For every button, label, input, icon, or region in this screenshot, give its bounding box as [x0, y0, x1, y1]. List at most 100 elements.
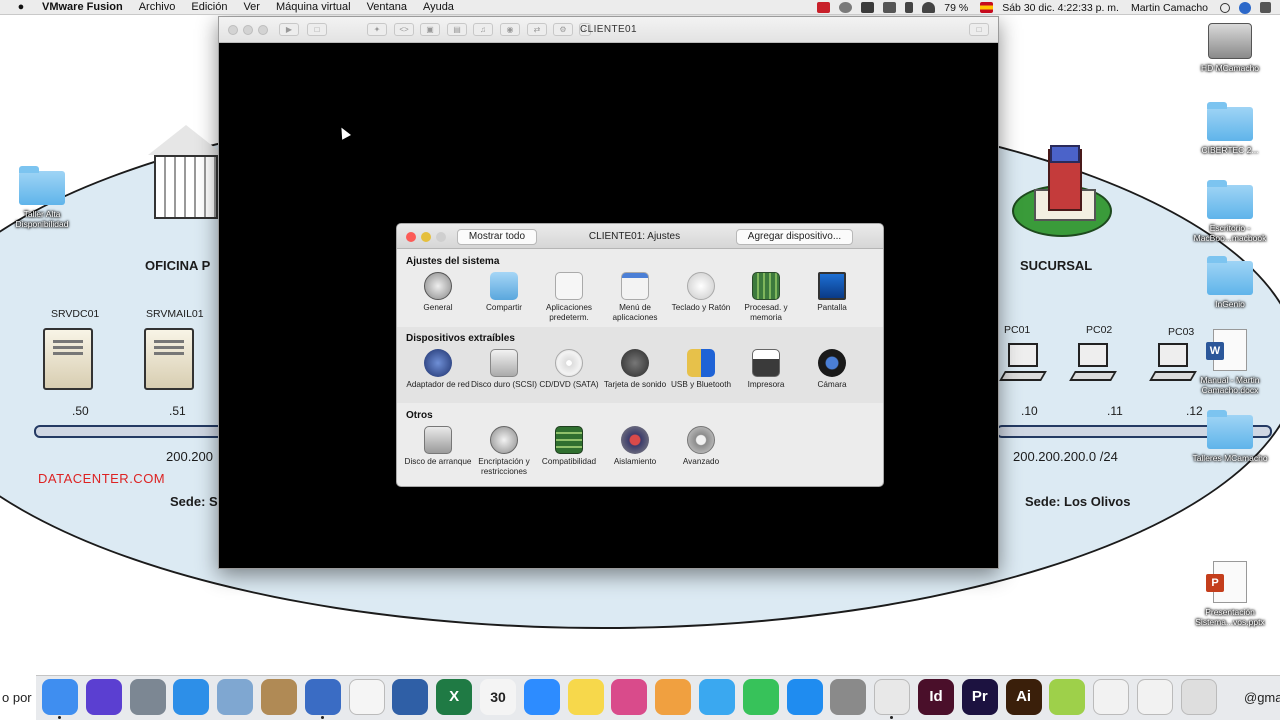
- pref-camara[interactable]: Cámara: [797, 349, 867, 390]
- desktop-folder-ingenio[interactable]: InGenio: [1184, 256, 1276, 309]
- pref-menu-aplicaciones[interactable]: Menú de aplicaciones: [600, 272, 670, 322]
- clock[interactable]: Sáb 30 dic. 4:22:33 p. m.: [1002, 2, 1119, 14]
- dock-safari-icon[interactable]: [173, 679, 210, 715]
- dock-excel-icon[interactable]: X: [436, 679, 473, 715]
- dock-launchpad-icon[interactable]: [129, 679, 166, 715]
- unity-view-icon[interactable]: □: [969, 23, 989, 36]
- settings-dialog[interactable]: Mostrar todo CLIENTE01: Ajustes Agregar …: [396, 223, 884, 487]
- display-status-icon[interactable]: [883, 2, 897, 13]
- cd-dvd-icon: [555, 349, 583, 377]
- dock-system-preferences-icon[interactable]: [830, 679, 867, 715]
- menu-app-name[interactable]: VMware Fusion: [42, 1, 123, 13]
- powerpoint-document-icon: P: [1206, 561, 1247, 603]
- bluetooth-icon[interactable]: [905, 2, 914, 13]
- menu-ayuda[interactable]: Ayuda: [423, 1, 454, 13]
- pref-aislamiento[interactable]: Aislamiento: [600, 426, 670, 467]
- battery-percentage[interactable]: 79 %: [944, 2, 968, 14]
- dock-calendar-icon[interactable]: 30: [480, 679, 516, 715]
- pref-teclado-raton[interactable]: Teclado y Ratón: [666, 272, 736, 313]
- apple-menu-icon[interactable]: ●: [14, 1, 28, 13]
- camera-icon: [818, 349, 846, 377]
- pref-tarjeta-sonido[interactable]: Tarjeta de sonido: [600, 349, 670, 390]
- pref-disco-duro[interactable]: Disco duro (SCSI): [469, 349, 539, 390]
- pref-disco-arranque[interactable]: Disco de arranque: [403, 426, 473, 467]
- minimize-dialog-icon[interactable]: [421, 232, 431, 242]
- user-name[interactable]: Martin Camacho: [1131, 2, 1208, 14]
- desktop-folder-taller[interactable]: Taller Alta Disponibilidad: [0, 166, 88, 229]
- dock-zoom-icon[interactable]: [523, 679, 560, 715]
- left-site-label: Sede: S: [170, 494, 218, 509]
- sync-status-icon[interactable]: [839, 2, 853, 13]
- server-icon: [43, 328, 93, 390]
- dock-messages-icon[interactable]: [699, 679, 735, 715]
- pref-impresora[interactable]: Impresora: [731, 349, 801, 390]
- pref-compartir[interactable]: Compartir: [469, 272, 539, 313]
- desktop-folder-talleres[interactable]: Talleres MCamacho: [1184, 410, 1276, 463]
- pc-name: PC01: [1004, 324, 1031, 336]
- dock-app-store-icon[interactable]: [786, 679, 823, 715]
- dock-vmware-fusion-icon[interactable]: [304, 679, 341, 715]
- pref-aplicaciones-predeterm[interactable]: Aplicaciones predeterm.: [534, 272, 604, 322]
- compatibility-board-icon: [555, 426, 583, 454]
- close-dialog-icon[interactable]: [406, 232, 416, 242]
- record-status-icon[interactable]: [817, 2, 831, 13]
- pref-encriptacion[interactable]: Encriptación y restricciones: [469, 426, 539, 476]
- mouse-pointer-icon: [337, 125, 351, 140]
- notification-center-icon[interactable]: [1260, 2, 1271, 13]
- dock-facetime-icon[interactable]: [742, 679, 779, 715]
- vm-window-titlebar[interactable]: ▶ □ ✦ <> ▣ ▤ ♫ ◉ ⇄ ⚙ ‹ CLIENTE01 □: [219, 17, 998, 43]
- right-building-label: SUCURSAL: [1020, 258, 1093, 273]
- pc-name: PC02: [1086, 324, 1113, 336]
- siri-icon[interactable]: [1239, 1, 1251, 14]
- dock-trash-icon[interactable]: [1180, 679, 1217, 715]
- pref-general[interactable]: General: [403, 272, 473, 313]
- dock-downloads-stack-icon[interactable]: [1093, 679, 1130, 715]
- dock-camtasia-icon[interactable]: [1049, 679, 1086, 715]
- menu-ver[interactable]: Ver: [243, 1, 260, 13]
- printer-icon: [752, 349, 780, 377]
- menu-edicion[interactable]: Edición: [191, 1, 227, 13]
- dock-siri-icon[interactable]: [85, 679, 122, 715]
- dock-notes-icon[interactable]: [567, 679, 604, 715]
- pref-adaptador-red[interactable]: Adaptador de red: [403, 349, 473, 390]
- right-site-label: Sede: Los Olivos: [1025, 494, 1131, 509]
- pref-procesador-memoria[interactable]: Procesad. y memoria: [731, 272, 801, 322]
- zoom-dialog-icon[interactable]: [436, 232, 446, 242]
- dock-contacts-icon[interactable]: [261, 679, 297, 715]
- desktop-word-document[interactable]: W Manual - Martin Camacho.docx: [1184, 329, 1276, 395]
- dock-virtualbox-icon[interactable]: [392, 679, 429, 715]
- desktop-ppt-document[interactable]: P Presentación Sistema...vos.pptx: [1184, 561, 1276, 627]
- pref-cd-dvd[interactable]: CD/DVD (SATA): [534, 349, 604, 390]
- dock-preview-icon[interactable]: [217, 679, 254, 715]
- network-adapter-icon: [424, 349, 452, 377]
- pref-usb-bluetooth[interactable]: USB y Bluetooth: [666, 349, 736, 390]
- dock-chrome-icon[interactable]: [874, 679, 911, 715]
- menu-bar-status-area: 79 % Sáb 30 dic. 4:22:33 p. m. Martin Ca…: [817, 0, 1280, 15]
- pref-pantalla[interactable]: Pantalla: [797, 272, 867, 313]
- dock-screen-sharing-icon[interactable]: [611, 679, 648, 715]
- desktop-hdd-mcamacho[interactable]: HD MCamacho: [1184, 23, 1276, 73]
- desktop-folder-cibertec[interactable]: CIBERTEC 2...: [1184, 102, 1276, 155]
- dropbox-status-icon[interactable]: [861, 2, 875, 13]
- spotlight-search-icon[interactable]: [1220, 2, 1230, 13]
- input-source-flag-icon[interactable]: [980, 2, 994, 13]
- dock-illustrator-icon[interactable]: Ai: [1005, 679, 1042, 715]
- desktop-folder-escritorio[interactable]: Escritorio - MacBoo...macbook: [1184, 180, 1276, 243]
- add-device-button[interactable]: Agregar dispositivo...: [736, 229, 853, 245]
- dock-documents-stack-icon[interactable]: [1137, 679, 1173, 715]
- wifi-icon[interactable]: [922, 2, 936, 13]
- show-all-button[interactable]: Mostrar todo: [457, 229, 537, 245]
- menu-archivo[interactable]: Archivo: [139, 1, 176, 13]
- menu-ventana[interactable]: Ventana: [367, 1, 407, 13]
- dock-photos-icon[interactable]: [655, 679, 692, 715]
- pref-compatibilidad[interactable]: Compatibilidad: [534, 426, 604, 467]
- dock-finder-icon[interactable]: [42, 679, 78, 715]
- dock-google-drive-icon[interactable]: [348, 679, 385, 715]
- dock-premiere-icon[interactable]: Pr: [961, 679, 998, 715]
- pref-avanzado[interactable]: Avanzado: [666, 426, 736, 467]
- settings-dialog-title: CLIENTE01: Ajustes: [588, 231, 681, 242]
- dock-indesign-icon[interactable]: Id: [918, 679, 954, 715]
- settings-dialog-titlebar[interactable]: Mostrar todo CLIENTE01: Ajustes Agregar …: [397, 224, 883, 249]
- menu-maquina-virtual[interactable]: Máquina virtual: [276, 1, 351, 13]
- dock-right-text: @gma: [1244, 690, 1280, 705]
